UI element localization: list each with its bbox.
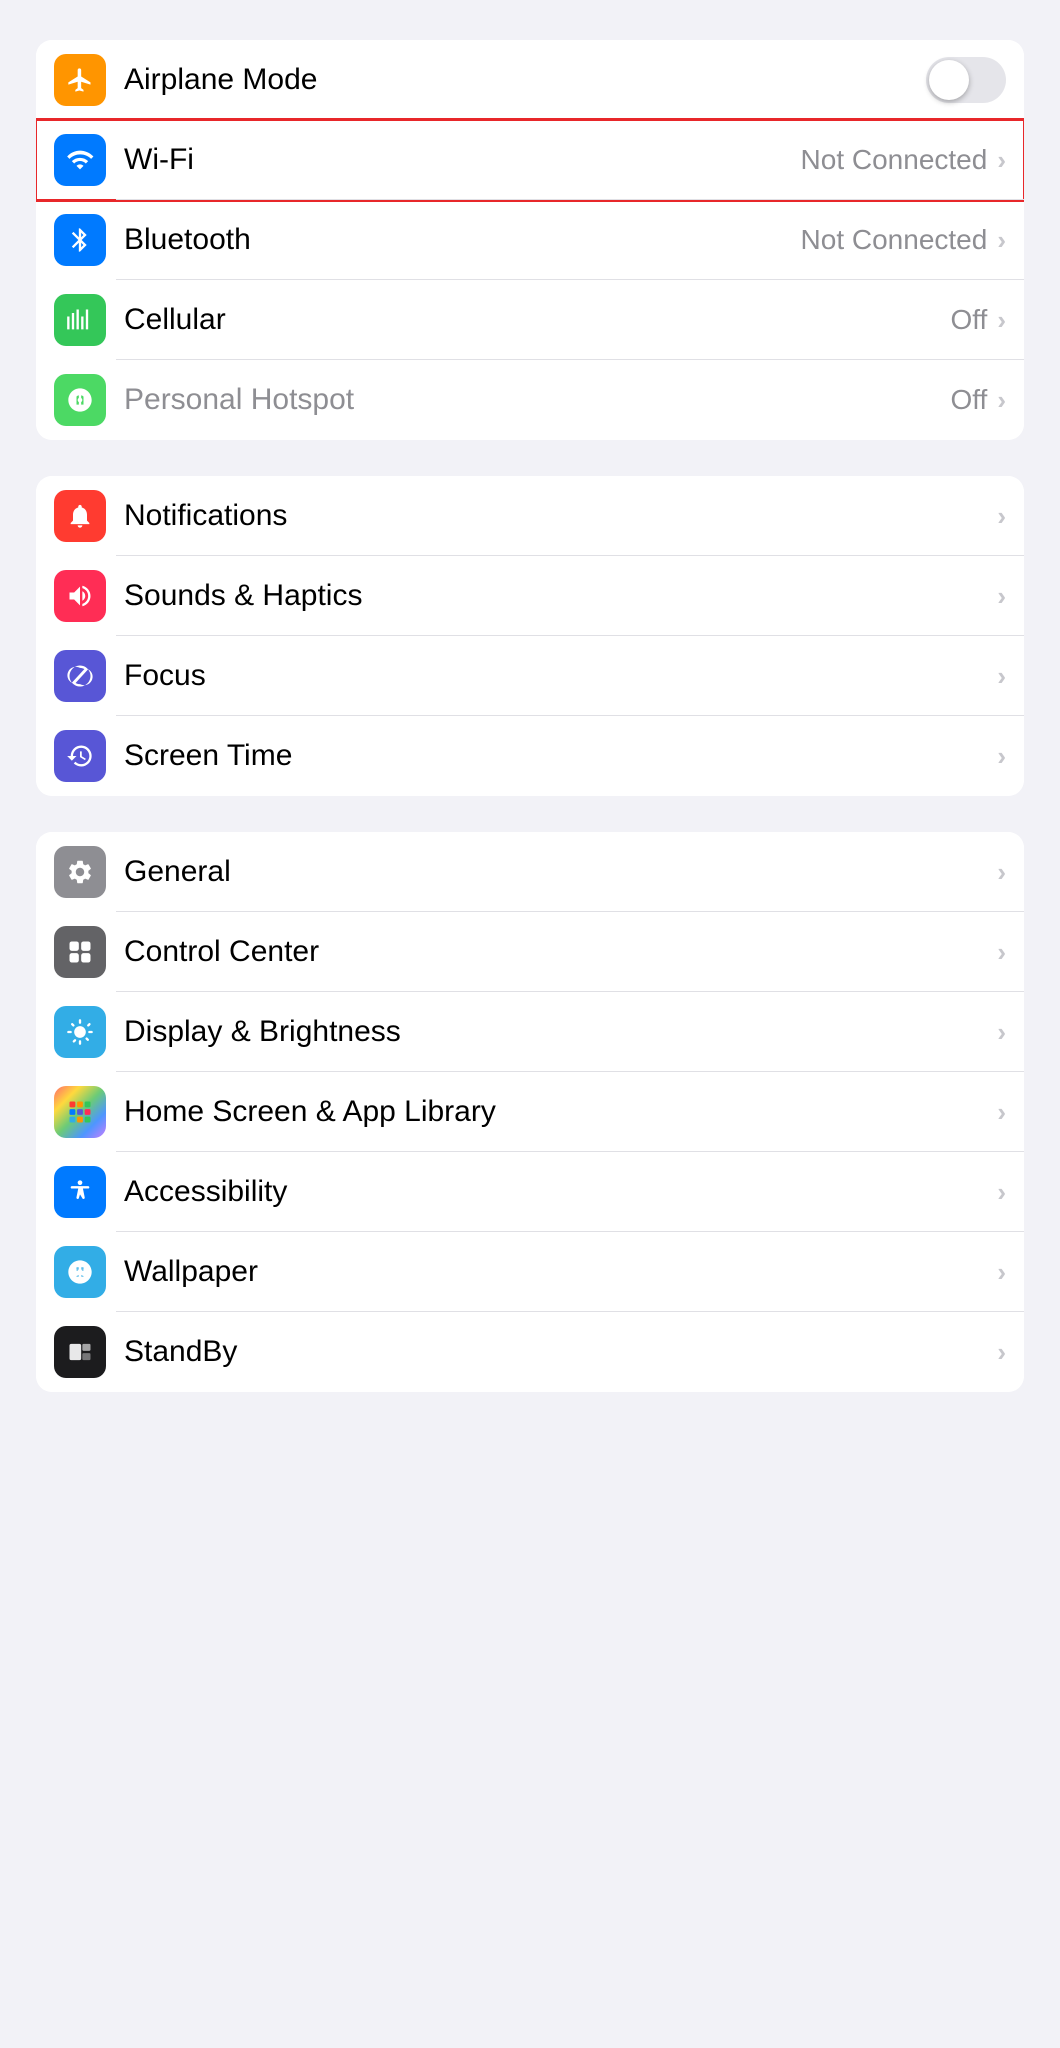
settings-row-airplane-mode[interactable]: Airplane Mode <box>36 40 1024 120</box>
accessibility-chevron: › <box>997 1177 1006 1208</box>
home-screen-chevron: › <box>997 1097 1006 1128</box>
home-screen-icon <box>54 1086 106 1138</box>
display-brightness-chevron: › <box>997 1017 1006 1048</box>
screen-time-label: Screen Time <box>124 739 997 773</box>
airplane-mode-icon <box>54 54 106 106</box>
cellular-value: Off <box>950 304 987 336</box>
settings-row-cellular[interactable]: CellularOff › <box>36 280 1024 360</box>
settings-row-control-center[interactable]: Control Center› <box>36 912 1024 992</box>
focus-label: Focus <box>124 659 997 693</box>
personal-hotspot-value: Off <box>950 384 987 416</box>
airplane-mode-toggle-knob <box>929 60 969 100</box>
standby-chevron: › <box>997 1337 1006 1368</box>
settings-app: Airplane ModeWi-FiNot Connected›Bluetoot… <box>36 40 1024 1392</box>
settings-row-sounds-haptics[interactable]: Sounds & Haptics› <box>36 556 1024 636</box>
standby-label: StandBy <box>124 1335 997 1369</box>
notifications-icon <box>54 490 106 542</box>
cellular-chevron: › <box>997 305 1006 336</box>
accessibility-label: Accessibility <box>124 1175 997 1209</box>
settings-row-screen-time[interactable]: Screen Time› <box>36 716 1024 796</box>
section-alerts: Notifications›Sounds & Haptics›Focus›Scr… <box>36 476 1024 796</box>
display-brightness-label: Display & Brightness <box>124 1015 997 1049</box>
personal-hotspot-chevron: › <box>997 385 1006 416</box>
cellular-label: Cellular <box>124 303 950 337</box>
bluetooth-chevron: › <box>997 225 1006 256</box>
wifi-value: Not Connected <box>801 144 988 176</box>
bluetooth-icon <box>54 214 106 266</box>
display-brightness-icon <box>54 1006 106 1058</box>
notifications-chevron: › <box>997 501 1006 532</box>
settings-row-general[interactable]: General› <box>36 832 1024 912</box>
settings-row-wallpaper[interactable]: Wallpaper› <box>36 1232 1024 1312</box>
wifi-label: Wi-Fi <box>124 143 801 177</box>
sounds-haptics-label: Sounds & Haptics <box>124 579 997 613</box>
screen-time-chevron: › <box>997 741 1006 772</box>
airplane-mode-toggle[interactable] <box>926 57 1006 103</box>
control-center-icon <box>54 926 106 978</box>
standby-icon <box>54 1326 106 1378</box>
cellular-icon <box>54 294 106 346</box>
sounds-haptics-chevron: › <box>997 581 1006 612</box>
settings-row-accessibility[interactable]: Accessibility› <box>36 1152 1024 1232</box>
wifi-chevron: › <box>997 145 1006 176</box>
home-screen-label: Home Screen & App Library <box>124 1095 997 1129</box>
sounds-haptics-icon <box>54 570 106 622</box>
settings-row-home-screen[interactable]: Home Screen & App Library› <box>36 1072 1024 1152</box>
notifications-label: Notifications <box>124 499 997 533</box>
airplane-mode-label: Airplane Mode <box>124 63 926 97</box>
bluetooth-value: Not Connected <box>801 224 988 256</box>
general-icon <box>54 846 106 898</box>
focus-chevron: › <box>997 661 1006 692</box>
section-connectivity: Airplane ModeWi-FiNot Connected›Bluetoot… <box>36 40 1024 440</box>
screen-time-icon <box>54 730 106 782</box>
control-center-label: Control Center <box>124 935 997 969</box>
settings-row-bluetooth[interactable]: BluetoothNot Connected › <box>36 200 1024 280</box>
focus-icon <box>54 650 106 702</box>
settings-row-personal-hotspot[interactable]: Personal HotspotOff › <box>36 360 1024 440</box>
personal-hotspot-label: Personal Hotspot <box>124 383 950 417</box>
bluetooth-label: Bluetooth <box>124 223 801 257</box>
accessibility-icon <box>54 1166 106 1218</box>
wallpaper-label: Wallpaper <box>124 1255 997 1289</box>
settings-row-focus[interactable]: Focus› <box>36 636 1024 716</box>
settings-row-standby[interactable]: StandBy› <box>36 1312 1024 1392</box>
general-chevron: › <box>997 857 1006 888</box>
personal-hotspot-icon <box>54 374 106 426</box>
settings-row-notifications[interactable]: Notifications› <box>36 476 1024 556</box>
settings-row-display-brightness[interactable]: Display & Brightness› <box>36 992 1024 1072</box>
wifi-icon <box>54 134 106 186</box>
control-center-chevron: › <box>997 937 1006 968</box>
wallpaper-icon <box>54 1246 106 1298</box>
section-general-settings: General›Control Center›Display & Brightn… <box>36 832 1024 1392</box>
general-label: General <box>124 855 997 889</box>
settings-row-wifi[interactable]: Wi-FiNot Connected › <box>36 120 1024 200</box>
wallpaper-chevron: › <box>997 1257 1006 1288</box>
